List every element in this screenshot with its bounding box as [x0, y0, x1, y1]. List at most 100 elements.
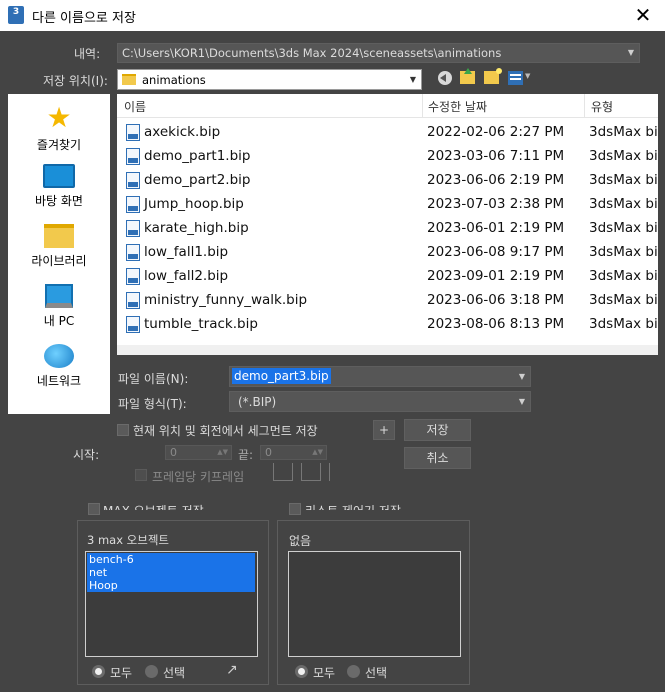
chevron-down-icon: ▼ — [627, 48, 634, 57]
key-filter-icon[interactable] — [273, 463, 293, 481]
filetype-value: (*.BIP) — [238, 395, 277, 409]
list-controller-checkbox[interactable] — [289, 503, 301, 515]
star-icon: ★ — [46, 101, 72, 134]
bip-file-icon — [126, 148, 140, 165]
back-icon[interactable] — [438, 71, 452, 85]
place-this-pc[interactable]: 내 PC — [8, 284, 110, 329]
bip-file-icon — [126, 220, 140, 237]
list-item[interactable]: Hoop — [87, 579, 255, 592]
radio-select-label: 선택 — [163, 666, 186, 680]
radio-all-right[interactable] — [295, 665, 308, 678]
max-objects-label: MAX 오브젝트 저장 — [103, 502, 204, 510]
place-favorites[interactable]: ★ 즐겨찾기 — [8, 104, 110, 153]
radio-select-label: 선택 — [365, 666, 388, 680]
chevron-down-icon: ▼ — [409, 75, 416, 84]
desktop-icon — [43, 164, 75, 188]
place-label: 즐겨찾기 — [36, 138, 82, 152]
file-list[interactable]: 이름 ^ 수정한 날짜 유형 axekick.bip 2022-02-06 2:2… — [117, 94, 658, 355]
filetype-select[interactable]: (*.BIP) ▼ — [229, 391, 531, 412]
file-row[interactable]: tumble_track.bip 2023-08-06 8:13 PM 3dsMax… — [117, 313, 658, 337]
filename-field[interactable]: demo_part3.bip ▼ — [229, 366, 531, 387]
objects-group-title: 3 max 오브젝트 — [87, 533, 170, 547]
filename-label: 파일 이름(N): — [118, 372, 189, 386]
file-row[interactable]: axekick.bip2022-02-06 2:27 PM3dsMax bip — [117, 121, 658, 145]
plus-button[interactable]: + — [373, 420, 395, 440]
location-label: 저장 위치(I): — [43, 74, 108, 88]
location-combo[interactable]: animations ▼ — [117, 69, 422, 90]
app-icon: 3 — [8, 6, 24, 24]
bip-file-icon — [126, 196, 140, 213]
radio-select-left[interactable] — [145, 665, 158, 678]
file-row[interactable]: karate_high.bip 2023-06-01 2:19 PM 3dsMax … — [117, 217, 658, 241]
spinner-arrows-icon: ▲▼ — [312, 448, 323, 456]
arrow-up-right-icon[interactable]: ↗ — [226, 662, 238, 678]
start-label: 시작: — [73, 448, 100, 462]
place-label: 내 PC — [43, 314, 75, 328]
list-controller-label: 리스트 제어기 저장 — [305, 502, 401, 510]
spinner-arrows-icon: ▲▼ — [217, 448, 228, 456]
per-frame-label: 프레임당 키프레임 — [152, 470, 245, 484]
view-menu-icon[interactable] — [508, 71, 523, 85]
place-label: 바탕 화면 — [35, 194, 83, 208]
history-label: 내역: — [74, 47, 101, 61]
segment-label: 현재 위치 및 회전에서 세그먼트 저장 — [133, 424, 318, 438]
key-range-icon[interactable] — [301, 463, 321, 481]
bip-file-icon — [126, 244, 140, 261]
title-bar: 3 다른 이름으로 저장 ✕ — [0, 0, 665, 31]
column-header-name[interactable]: 이름 — [124, 98, 146, 115]
file-row[interactable]: demo_part1.bip 2023-03-06 7:11 PM 3dsMax b… — [117, 145, 658, 169]
file-row[interactable]: ministry_funny_walk.bip 2023-06-06 3:18 P… — [117, 289, 658, 313]
place-desktop[interactable]: 바탕 화면 — [8, 164, 110, 209]
sort-up-icon: ^ — [265, 94, 273, 100]
column-header-date[interactable]: 수정한 날짜 — [428, 98, 487, 115]
chevron-down-icon[interactable]: ▼ — [525, 72, 530, 80]
place-label: 네트워크 — [36, 374, 82, 388]
pc-monitor-icon — [45, 284, 73, 308]
end-spinner[interactable]: 0 ▲▼ — [260, 445, 327, 460]
objects-listbox[interactable]: bench-6 net Hoop — [85, 551, 258, 657]
max-objects-checkbox[interactable] — [88, 503, 100, 515]
bip-file-icon — [126, 172, 140, 189]
start-spinner[interactable]: 0 ▲▼ — [165, 445, 232, 460]
save-button[interactable]: 저장 — [404, 419, 471, 441]
file-row[interactable]: low_fall2.bip 2023-09-01 2:19 PM 3dsMax bi… — [117, 265, 658, 289]
place-library[interactable]: 라이브러리 — [8, 224, 110, 269]
file-list-header: 이름 ^ 수정한 날짜 유형 — [117, 94, 658, 118]
new-folder-icon[interactable] — [484, 68, 502, 84]
close-icon[interactable]: ✕ — [631, 3, 655, 27]
place-network[interactable]: 네트워크 — [8, 344, 110, 389]
file-row[interactable]: Jump_hoop.bip 2023-07-03 2:38 PM 3dsMax bi… — [117, 193, 658, 217]
history-path: C:\Users\KOR1\Documents\3ds Max 2024\sce… — [122, 46, 502, 60]
filetype-label: 파일 형식(T): — [118, 397, 187, 411]
radio-all-label: 모두 — [110, 666, 133, 680]
list-item[interactable]: net — [87, 566, 255, 579]
chevron-down-icon: ▼ — [518, 397, 525, 406]
chevron-down-icon: ▼ — [518, 372, 525, 381]
controller-listbox[interactable] — [288, 551, 461, 657]
cancel-button[interactable]: 취소 — [404, 447, 471, 469]
bip-file-icon — [126, 316, 140, 333]
key-end-icon[interactable] — [329, 463, 349, 481]
end-label: 끝: — [238, 448, 254, 462]
per-frame-checkbox[interactable] — [135, 469, 147, 481]
up-folder-icon[interactable] — [460, 68, 475, 84]
network-icon — [44, 344, 74, 368]
none-label: 없음 — [289, 534, 312, 548]
radio-all-label: 모두 — [313, 666, 336, 680]
horizontal-scrollbar[interactable] — [117, 345, 658, 355]
library-folder-icon — [44, 224, 74, 248]
segment-checkbox[interactable] — [117, 424, 129, 436]
places-bar: ★ 즐겨찾기 바탕 화면 라이브러리 내 PC 네트워크 — [8, 94, 110, 414]
list-item[interactable]: bench-6 — [87, 553, 255, 566]
column-header-type[interactable]: 유형 — [591, 98, 613, 115]
radio-all-left[interactable] — [92, 665, 105, 678]
file-row[interactable]: demo_part2.bip 2023-06-06 2:19 PM 3dsMax b… — [117, 169, 658, 193]
history-combo[interactable]: C:\Users\KOR1\Documents\3ds Max 2024\sce… — [117, 43, 640, 63]
bip-file-icon — [126, 268, 140, 285]
file-row[interactable]: low_fall1.bip 2023-06-08 9:17 PM 3dsMax bi… — [117, 241, 658, 265]
location-value: animations — [142, 73, 206, 87]
bip-file-icon — [126, 292, 140, 309]
filename-value: demo_part3.bip — [232, 368, 331, 384]
window-title: 다른 이름으로 저장 — [32, 11, 136, 26]
radio-select-right[interactable] — [347, 665, 360, 678]
